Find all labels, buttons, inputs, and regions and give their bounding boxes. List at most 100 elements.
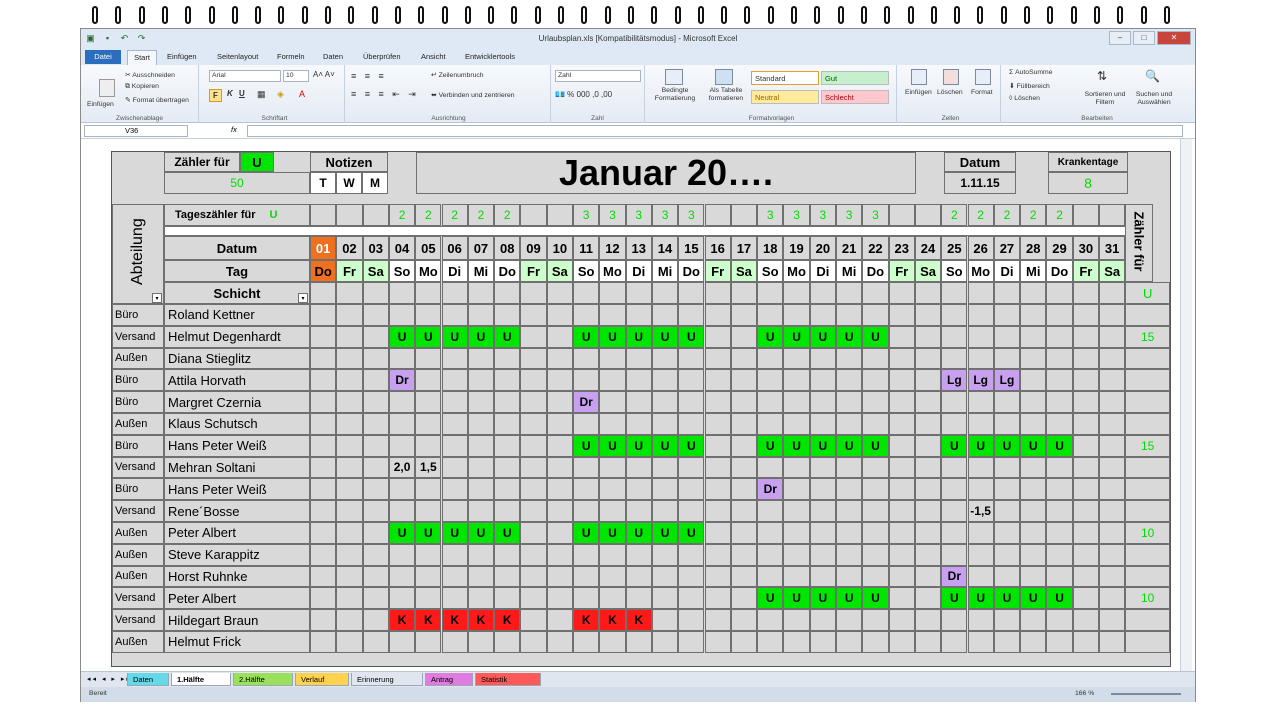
day-cell[interactable] [1046, 347, 1073, 370]
day-cell[interactable] [520, 456, 547, 479]
day-cell[interactable] [783, 391, 810, 413]
day-cell[interactable] [362, 369, 389, 392]
day-cell[interactable] [494, 304, 521, 326]
day-cell[interactable] [441, 434, 468, 457]
day-cell[interactable] [1072, 631, 1099, 653]
day-cell[interactable] [914, 587, 942, 610]
day-cell[interactable] [941, 609, 968, 631]
day-cell[interactable] [993, 543, 1021, 566]
day-cell[interactable] [1099, 456, 1126, 479]
day-cell[interactable] [494, 500, 521, 522]
day-cell[interactable] [1099, 413, 1126, 435]
day-cell[interactable] [836, 522, 863, 544]
day-cell[interactable] [573, 631, 600, 653]
day-cell[interactable] [783, 369, 810, 392]
day-entry[interactable]: K [625, 609, 652, 631]
day-cell[interactable] [836, 609, 863, 631]
day-cell[interactable] [993, 456, 1021, 479]
day-cell[interactable] [704, 325, 731, 348]
day-cell[interactable] [336, 631, 363, 653]
day-cell[interactable] [1046, 456, 1073, 479]
day-cell[interactable] [546, 500, 573, 522]
maximize-icon[interactable]: □ [1133, 31, 1155, 45]
day-entry[interactable]: Lg [967, 369, 994, 392]
day-cell[interactable] [415, 391, 442, 413]
cut-button[interactable]: ✂ Ausschneiden [125, 71, 175, 79]
day-cell[interactable] [678, 413, 705, 435]
day-cell[interactable] [862, 522, 889, 544]
day-cell[interactable] [1020, 413, 1047, 435]
day-cell[interactable] [336, 522, 363, 544]
day-cell[interactable] [546, 631, 573, 653]
day-entry[interactable]: U [441, 522, 468, 544]
day-cell[interactable] [757, 413, 784, 435]
day-cell[interactable] [678, 391, 705, 413]
day-cell[interactable] [1046, 325, 1073, 348]
day-cell[interactable] [520, 434, 547, 457]
day-cell[interactable] [441, 304, 468, 326]
day-cell[interactable] [467, 413, 495, 435]
day-entry[interactable]: U [836, 325, 863, 348]
day-cell[interactable] [336, 413, 363, 435]
day-cell[interactable] [862, 631, 889, 653]
day-entry[interactable]: U [967, 434, 994, 457]
sheet-nav-arrows[interactable]: ◂◂ ◂ ▸ ▸▸ [87, 675, 132, 683]
day-cell[interactable] [862, 456, 889, 479]
format-as-table-button[interactable]: Als Tabelle formatieren [703, 87, 749, 103]
day-cell[interactable] [993, 413, 1021, 435]
insert-cells-button[interactable]: Einfügen [905, 89, 932, 96]
underline-button[interactable]: U [239, 89, 245, 98]
day-cell[interactable] [783, 565, 810, 588]
formula-input[interactable] [247, 125, 1183, 137]
day-cell[interactable] [757, 565, 784, 588]
day-cell[interactable] [546, 587, 573, 610]
day-cell[interactable] [836, 500, 863, 522]
day-entry[interactable]: U [941, 434, 968, 457]
day-cell[interactable] [441, 456, 468, 479]
day-cell[interactable] [546, 565, 573, 588]
vertical-align-icons[interactable]: ≡ ≡ ≡ [351, 71, 387, 81]
day-cell[interactable] [1046, 304, 1073, 326]
day-cell[interactable] [993, 500, 1021, 522]
day-cell[interactable] [1072, 500, 1099, 522]
day-cell[interactable] [757, 631, 784, 653]
day-entry[interactable]: U [809, 325, 836, 348]
day-cell[interactable] [888, 347, 915, 370]
day-cell[interactable] [520, 347, 547, 370]
day-entry[interactable]: U [651, 434, 679, 457]
day-cell[interactable] [862, 543, 889, 566]
italic-button[interactable]: K [227, 89, 233, 98]
day-entry[interactable]: U [415, 325, 442, 348]
day-cell[interactable] [678, 565, 705, 588]
day-cell[interactable] [388, 304, 416, 326]
day-cell[interactable] [494, 631, 521, 653]
day-cell[interactable] [546, 391, 573, 413]
day-cell[interactable] [836, 565, 863, 588]
day-entry[interactable]: Dr [757, 478, 784, 501]
day-entry[interactable]: U [1046, 587, 1073, 610]
day-entry[interactable]: U [862, 434, 889, 457]
day-cell[interactable] [836, 347, 863, 370]
day-cell[interactable] [1072, 565, 1099, 588]
day-cell[interactable] [888, 304, 915, 326]
day-cell[interactable] [651, 587, 679, 610]
day-cell[interactable] [1020, 565, 1047, 588]
sheet-tab-1[interactable]: 1.Hälfte [171, 673, 231, 686]
ribbon-tab-0[interactable]: Datei [85, 50, 121, 64]
day-cell[interactable] [520, 500, 547, 522]
day-cell[interactable] [494, 369, 521, 392]
day-cell[interactable] [941, 478, 968, 501]
day-cell[interactable] [520, 565, 547, 588]
day-cell[interactable] [625, 456, 652, 479]
day-cell[interactable] [310, 565, 337, 588]
day-cell[interactable] [941, 500, 968, 522]
day-entry[interactable]: U [809, 587, 836, 610]
day-cell[interactable] [625, 631, 652, 653]
day-cell[interactable] [573, 500, 600, 522]
sheet-tab-3[interactable]: Verlauf [295, 673, 349, 686]
day-cell[interactable] [388, 347, 416, 370]
close-icon[interactable]: ✕ [1157, 31, 1191, 45]
day-entry[interactable]: U [573, 522, 600, 544]
day-cell[interactable] [967, 631, 994, 653]
day-cell[interactable] [573, 369, 600, 392]
